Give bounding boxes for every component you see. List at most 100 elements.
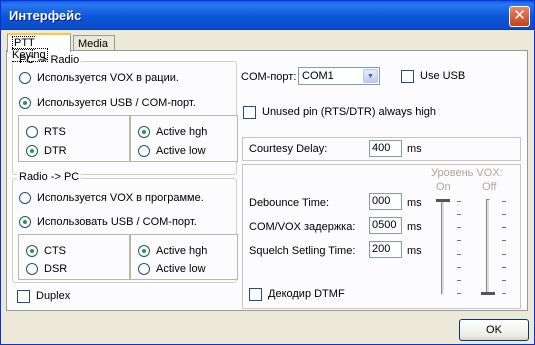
squelch-input[interactable]: 200 xyxy=(369,241,402,258)
radio-pc-option-vox-label: Используется VOX в программе. xyxy=(37,192,204,204)
squelch-label: Squelch Setling Time: xyxy=(249,245,356,257)
duplex-label: Duplex xyxy=(36,290,71,302)
vox-level-label: Уровень VOX: xyxy=(431,167,503,179)
radio-selected-icon xyxy=(26,245,38,257)
vox-off-slider-thumb[interactable] xyxy=(481,292,495,295)
use-usb-checkbox[interactable]: Use USB xyxy=(401,69,465,83)
radio-selected-icon xyxy=(26,145,38,157)
courtesy-input[interactable]: 400 xyxy=(369,140,402,157)
squelch-value: 200 xyxy=(372,243,391,255)
debounce-input[interactable]: 000 xyxy=(369,193,402,210)
pc-radio-group: PC -> Radio Используется VOX в рации. Ис… xyxy=(12,54,238,175)
courtesy-unit: ms xyxy=(407,143,422,155)
radio-pc-pin-cts-label: CTS xyxy=(44,245,66,257)
vox-off-slider[interactable] xyxy=(480,195,510,299)
pc-radio-level-high[interactable]: Active hgh xyxy=(138,125,207,139)
radio-icon xyxy=(26,126,38,138)
pc-radio-level-low[interactable]: Active low xyxy=(138,144,206,158)
tab-ptt-keying[interactable]: PTT Keying xyxy=(7,33,71,62)
checkbox-icon xyxy=(243,105,256,119)
pc-radio-level-low-label: Active low xyxy=(156,145,206,157)
unused-pin-checkbox[interactable]: Unused pin (RTS/DTR) always high xyxy=(243,105,436,119)
title-bar[interactable]: Интерфейс ✕ xyxy=(1,1,534,30)
slider-tick xyxy=(502,214,506,216)
pc-radio-pin-dtr-label: DTR xyxy=(44,145,67,157)
ok-button[interactable]: OK xyxy=(459,319,529,341)
radio-pc-pin-box: CTS DSR xyxy=(18,234,130,280)
radio-icon xyxy=(19,72,31,84)
radio-pc-level-high-label: Active hgh xyxy=(156,245,208,257)
vox-on-slider[interactable] xyxy=(435,195,465,299)
interface-dialog: Интерфейс ✕ PTT Keying Media PC -> Radio… xyxy=(0,0,535,345)
com-vox-value: 0500 xyxy=(372,219,397,231)
pc-radio-level-high-label: Active hgh xyxy=(156,126,208,138)
radio-icon xyxy=(26,263,38,275)
vox-off-label: Off xyxy=(482,181,497,193)
duplex-checkbox[interactable]: Duplex xyxy=(17,289,70,303)
slider-tick xyxy=(457,293,461,294)
radio-pc-pin-cts[interactable]: CTS xyxy=(26,244,66,258)
radio-icon xyxy=(19,192,31,204)
debounce-unit: ms xyxy=(407,197,422,209)
tab-media[interactable]: Media xyxy=(73,35,115,51)
pc-radio-pin-rts[interactable]: RTS xyxy=(26,125,66,139)
slider-tick xyxy=(457,253,461,255)
com-vox-unit: ms xyxy=(407,221,422,233)
radio-selected-icon xyxy=(19,97,31,109)
pc-radio-option-usb-label: Используется USB / COM-порт. xyxy=(37,97,196,109)
tab-media-label: Media xyxy=(78,38,108,50)
chevron-down-icon[interactable]: ▼ xyxy=(363,69,378,83)
pc-radio-option-vox-label: Используется VOX в рации. xyxy=(37,72,179,84)
radio-pc-level-low[interactable]: Active low xyxy=(138,262,206,276)
slider-tick xyxy=(502,266,506,268)
com-port-label: COM-порт: xyxy=(241,71,297,83)
slider-tick xyxy=(457,266,461,268)
dtmf-checkbox[interactable]: Декодир DTMF xyxy=(249,287,345,301)
close-button[interactable]: ✕ xyxy=(509,6,530,27)
com-vox-label: COM/VOX задержка: xyxy=(249,221,356,233)
slider-tick xyxy=(457,240,461,242)
pc-radio-pin-dtr[interactable]: DTR xyxy=(26,144,67,158)
pc-radio-option-usb[interactable]: Используется USB / COM-порт. xyxy=(19,96,196,110)
ok-button-label: OK xyxy=(486,324,502,336)
com-port-value: COM1 xyxy=(302,70,334,82)
radio-pc-pin-dsr[interactable]: DSR xyxy=(26,262,67,276)
checkbox-icon xyxy=(401,69,414,83)
slider-tick xyxy=(457,201,461,202)
vox-on-label: On xyxy=(436,181,451,193)
courtesy-value: 400 xyxy=(372,142,391,154)
checkbox-icon xyxy=(249,287,262,301)
timing-frame: Debounce Time: 000 ms COM/VOX задержка: … xyxy=(242,164,521,309)
pc-radio-option-vox[interactable]: Используется VOX в рации. xyxy=(19,71,179,85)
slider-tick xyxy=(457,279,461,281)
slider-tick xyxy=(502,279,506,281)
slider-tick xyxy=(502,253,506,255)
pc-radio-pin-rts-label: RTS xyxy=(44,126,66,138)
vox-on-slider-thumb[interactable] xyxy=(436,199,450,202)
radio-selected-icon xyxy=(19,216,31,228)
com-vox-input[interactable]: 0500 xyxy=(369,217,402,234)
debounce-value: 000 xyxy=(372,195,391,207)
debounce-label: Debounce Time: xyxy=(249,197,330,209)
courtesy-label: Courtesy Delay: xyxy=(249,143,328,155)
window-title: Интерфейс xyxy=(9,8,82,23)
radio-pc-group-title: Radio -> PC xyxy=(17,171,82,183)
radio-selected-icon xyxy=(138,126,150,138)
radio-pc-option-usb[interactable]: Использовать USB / COM-порт. xyxy=(19,215,197,229)
radio-selected-icon xyxy=(138,245,150,257)
close-icon: ✕ xyxy=(513,7,526,24)
courtesy-frame: Courtesy Delay: 400 ms xyxy=(242,137,521,161)
com-port-select[interactable]: COM1 ▼ xyxy=(298,67,380,85)
dtmf-label: Декодир DTMF xyxy=(268,288,345,300)
radio-pc-pin-dsr-label: DSR xyxy=(44,263,68,275)
vox-off-slider-track xyxy=(486,199,490,295)
squelch-unit: ms xyxy=(407,245,422,257)
radio-pc-option-vox[interactable]: Используется VOX в программе. xyxy=(19,191,204,205)
slider-tick xyxy=(502,227,506,229)
use-usb-label: Use USB xyxy=(420,70,466,82)
radio-icon xyxy=(138,145,150,157)
vox-on-slider-track xyxy=(441,199,445,295)
radio-pc-level-high[interactable]: Active hgh xyxy=(138,244,207,258)
checkbox-icon xyxy=(17,289,30,303)
radio-pc-level-low-label: Active low xyxy=(156,263,206,275)
